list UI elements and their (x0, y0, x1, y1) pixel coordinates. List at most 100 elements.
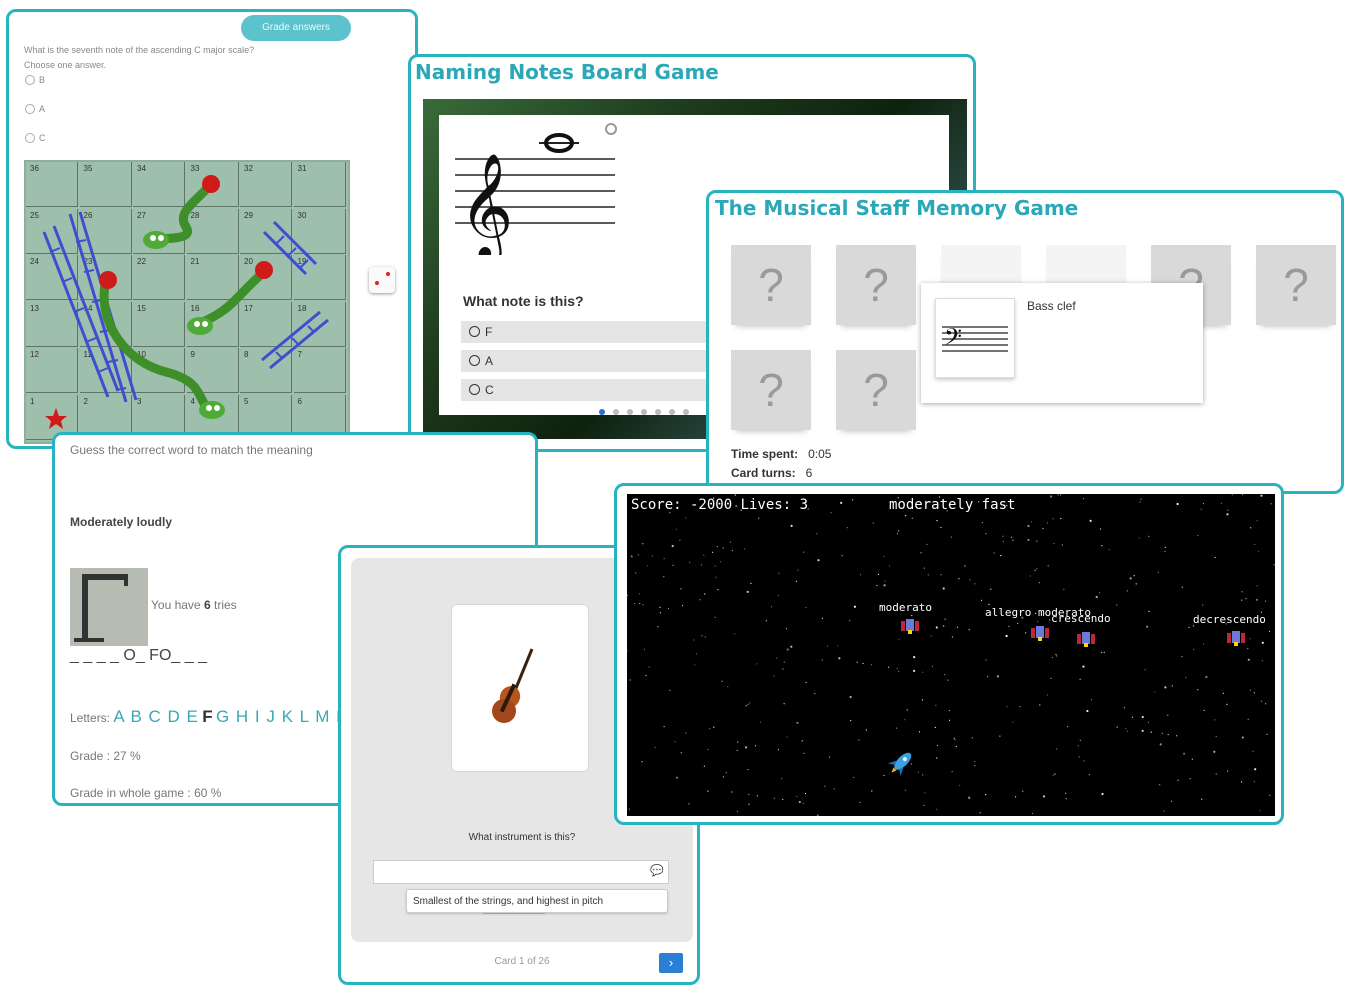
star (1254, 768, 1257, 771)
star (1079, 739, 1081, 741)
star (1202, 604, 1204, 606)
player-rocket-icon[interactable] (887, 747, 917, 777)
star (896, 727, 898, 729)
ladder-icon (42, 211, 329, 403)
star (734, 494, 736, 496)
memory-card[interactable]: ? (731, 350, 811, 430)
star (1116, 726, 1118, 728)
star (714, 616, 716, 618)
option-c-radio[interactable]: C (25, 133, 46, 143)
star (896, 667, 898, 670)
star (953, 737, 955, 739)
available-letters: A B C D E (113, 707, 199, 726)
star (947, 679, 949, 681)
star (1215, 773, 1217, 775)
hint-icon[interactable]: 💬 (650, 864, 664, 877)
star (1260, 494, 1263, 497)
star (727, 686, 729, 688)
star (731, 549, 734, 552)
star (714, 565, 716, 567)
star (1241, 599, 1243, 601)
memory-card[interactable]: ? (836, 350, 916, 430)
star (1159, 784, 1161, 786)
star (954, 739, 956, 741)
star (1222, 692, 1224, 694)
enemy-ship-icon[interactable] (1225, 630, 1247, 646)
star (803, 752, 805, 754)
star (1010, 536, 1012, 538)
star (923, 567, 925, 569)
star (750, 582, 752, 585)
star (898, 670, 900, 672)
memory-card[interactable]: ? (836, 245, 916, 325)
star (883, 584, 886, 587)
star (859, 801, 861, 803)
star (1148, 535, 1150, 537)
enemy-ship-icon[interactable] (1029, 625, 1051, 641)
star (1181, 586, 1183, 588)
star (935, 704, 937, 706)
star (968, 796, 971, 799)
star (816, 533, 818, 535)
memory-card[interactable]: ? (1256, 245, 1336, 325)
star (689, 561, 691, 563)
star (722, 776, 724, 778)
dice-icon[interactable] (369, 267, 395, 293)
memory-card[interactable]: ? (731, 245, 811, 325)
star (707, 748, 709, 750)
enemy-ship-icon[interactable] (899, 618, 921, 634)
star (1159, 743, 1162, 746)
star (944, 674, 946, 676)
star (1177, 779, 1179, 781)
pagination-dots[interactable] (599, 409, 689, 415)
star (1101, 792, 1104, 796)
star (1146, 625, 1149, 628)
star (659, 606, 661, 608)
star (646, 565, 648, 567)
star (930, 635, 932, 637)
star (790, 645, 793, 648)
star (783, 661, 785, 663)
option-b-radio[interactable]: B (25, 75, 45, 85)
star (1231, 494, 1233, 496)
used-letter: F (202, 707, 213, 726)
star (1002, 541, 1004, 543)
star (797, 569, 799, 571)
star (896, 533, 899, 535)
star (717, 589, 719, 591)
star (1214, 719, 1216, 721)
star (699, 599, 701, 601)
star (1108, 549, 1110, 551)
next-card-button[interactable]: › (659, 953, 683, 973)
settings-icon[interactable] (605, 123, 617, 135)
letters-row[interactable]: Letters: A B C D E F G H I J K L M N O (70, 707, 366, 727)
note-question: What note is this? (463, 293, 584, 309)
star (1039, 704, 1041, 706)
option-a-radio[interactable]: A (25, 104, 45, 114)
star (1065, 798, 1067, 800)
star (969, 579, 971, 581)
grade-answers-button[interactable]: Grade answers (241, 15, 351, 41)
star (1012, 539, 1014, 541)
star (974, 760, 976, 763)
star (1126, 590, 1128, 592)
star (778, 572, 780, 574)
star (785, 628, 788, 630)
star (1054, 773, 1056, 775)
star (638, 554, 640, 556)
star (694, 664, 696, 666)
star (737, 741, 739, 743)
score-lives-hud: Score: -2000 Lives: 3 (631, 497, 809, 513)
star (1253, 781, 1255, 783)
star (1255, 598, 1259, 601)
answer-input[interactable]: 💬 (373, 860, 669, 884)
star (1099, 592, 1101, 594)
star (913, 669, 916, 672)
star (645, 674, 647, 677)
space-game-canvas[interactable]: Score: -2000 Lives: 3 moderately fast mo… (627, 494, 1275, 816)
star (796, 795, 798, 798)
star (639, 602, 641, 605)
star (1082, 498, 1085, 500)
enemy-ship-icon[interactable] (1075, 631, 1097, 647)
star (1089, 519, 1092, 522)
